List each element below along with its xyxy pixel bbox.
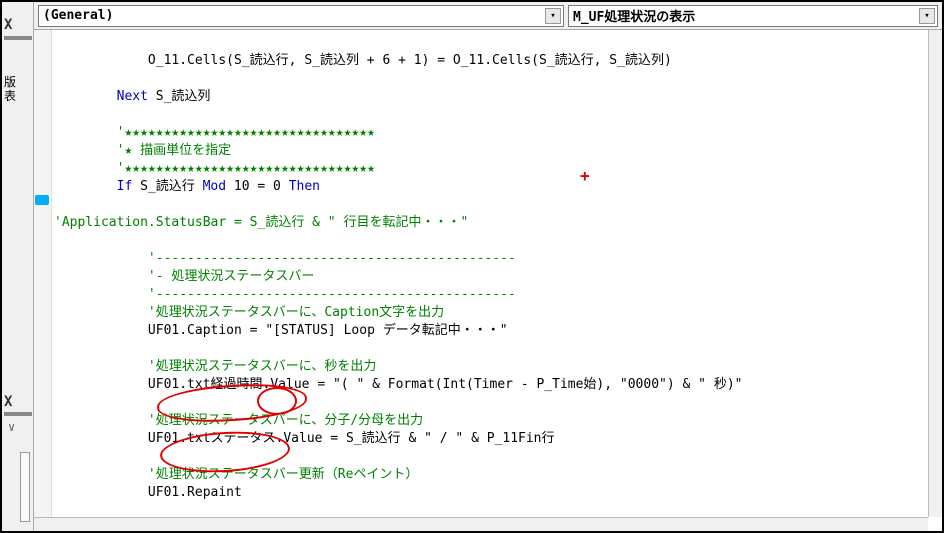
code-line: '★ 描画単位を指定 xyxy=(54,143,231,158)
code-line: Next S_読込列 xyxy=(54,89,210,104)
code-editor[interactable]: O_11.Cells(S_読込行, S_読込列 + 6 + 1) = O_11.… xyxy=(34,30,928,517)
code-line: '処理状況ステータスバーに、Caption文字を出力 xyxy=(54,305,444,320)
code-line: '★★★★★★★★★★★★★★★★★★★★★★★★★★★★★★★★ xyxy=(54,125,375,140)
object-dropdown[interactable]: (General) ▾ xyxy=(38,5,564,27)
code-line: UF01.txtステータス.Value = S_読込行 & " / " & P_… xyxy=(54,431,555,446)
dropdown-arrow-icon[interactable]: ▾ xyxy=(545,8,561,24)
vertical-scrollbar[interactable] xyxy=(928,30,942,517)
dropdown-arrow-icon[interactable]: ▾ xyxy=(919,8,935,24)
code-line: UF01.Repaint xyxy=(54,485,242,500)
horizontal-scrollbar[interactable] xyxy=(34,517,928,531)
left-sidebar: X 版表 X ∨ xyxy=(2,2,34,531)
procedure-dropdown-value: M_UF処理状況の表示 xyxy=(573,6,695,25)
code-line: '---------------------------------------… xyxy=(54,251,516,266)
code-content[interactable]: O_11.Cells(S_読込行, S_読込列 + 6 + 1) = O_11.… xyxy=(54,34,928,517)
code-line: '---------------------------------------… xyxy=(54,287,516,302)
code-line: UF01.Caption = "[STATUS] Loop データ転記中・・・" xyxy=(54,323,508,338)
code-line: '処理状況ステータスバーに、分子/分母を出力 xyxy=(54,413,423,428)
code-line: O_11.Cells(S_読込行, S_読込列 + 6 + 1) = O_11.… xyxy=(54,53,672,68)
code-line: 'Application.StatusBar = S_読込行 & " 行目を転記… xyxy=(54,215,468,230)
code-line: '処理状況ステータスバー更新（Reペイント） xyxy=(54,467,418,482)
code-margin xyxy=(34,30,52,517)
chevron-down-icon[interactable]: ∨ xyxy=(8,420,15,434)
divider-bottom xyxy=(4,412,32,416)
dropdown-bar: (General) ▾ M_UF処理状況の表示 ▾ xyxy=(34,2,942,30)
margin-marker-icon xyxy=(35,195,49,205)
object-dropdown-value: (General) xyxy=(43,8,113,23)
code-line: '処理状況ステータスバーに、秒を出力 xyxy=(54,359,376,374)
mini-scrollbar[interactable] xyxy=(20,452,30,522)
code-line: '★★★★★★★★★★★★★★★★★★★★★★★★★★★★★★★★ xyxy=(54,161,375,176)
code-line: If S_読込行 Mod 10 = 0 Then xyxy=(54,179,320,194)
close-button-bottom[interactable]: X xyxy=(4,394,12,410)
procedure-dropdown[interactable]: M_UF処理状況の表示 ▾ xyxy=(568,5,938,27)
code-line: '- 処理状況ステータスバー xyxy=(54,269,314,284)
code-line: UF01.txt経過時間.Value = "( " & Format(Int(T… xyxy=(54,377,742,392)
panel-label: 版表 xyxy=(4,75,16,103)
close-button-top[interactable]: X xyxy=(4,17,12,33)
divider-top xyxy=(4,36,32,40)
